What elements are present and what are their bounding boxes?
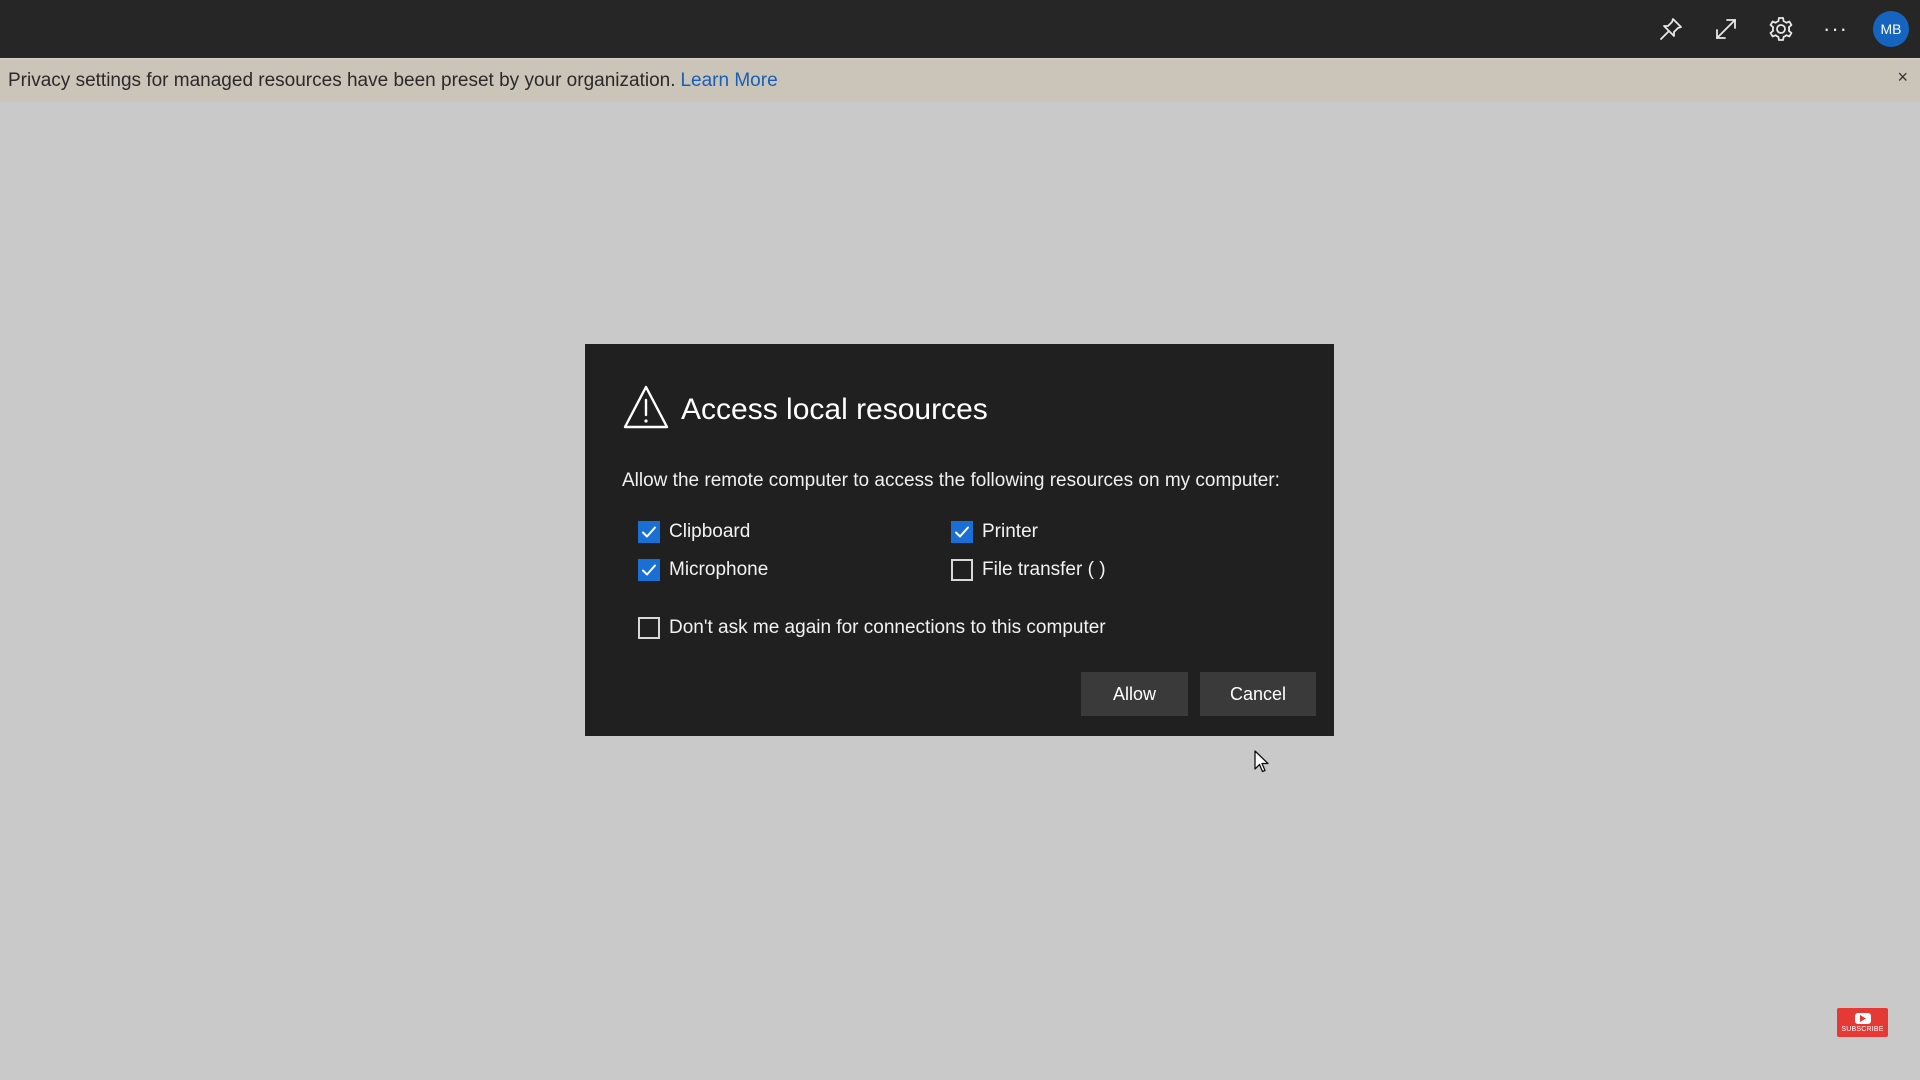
microphone-option[interactable]: Microphone [638, 559, 768, 581]
avatar[interactable]: MB [1873, 11, 1909, 47]
printer-label: Printer [982, 521, 1038, 542]
mouse-cursor-icon [1254, 750, 1270, 779]
dialog-header: Access local resources [622, 384, 988, 435]
dont-ask-option[interactable]: Don't ask me again for connections to th… [638, 617, 1106, 639]
dialog-title: Access local resources [681, 392, 988, 426]
access-resources-dialog: Access local resources Allow the remote … [585, 344, 1334, 736]
file-transfer-option[interactable]: File transfer ( ) [951, 559, 1106, 581]
banner-text: Privacy settings for managed resources h… [8, 70, 676, 91]
allow-button[interactable]: Allow [1081, 672, 1188, 716]
pin-button[interactable] [1643, 0, 1698, 58]
gear-icon [1767, 15, 1795, 43]
dont-ask-checkbox[interactable] [638, 617, 660, 639]
top-toolbar: ··· MB [0, 0, 1920, 58]
file-transfer-label: File transfer ( ) [982, 559, 1106, 580]
learn-more-link[interactable]: Learn More [680, 70, 777, 91]
expand-icon [1713, 16, 1739, 42]
dont-ask-label: Don't ask me again for connections to th… [669, 617, 1106, 638]
banner-message: Privacy settings for managed resources h… [8, 70, 778, 92]
dialog-description: Allow the remote computer to access the … [622, 470, 1280, 491]
microphone-checkbox[interactable] [638, 559, 660, 581]
clipboard-label: Clipboard [669, 521, 751, 542]
more-options-button[interactable]: ··· [1808, 0, 1863, 58]
more-icon: ··· [1823, 16, 1848, 41]
fullscreen-button[interactable] [1698, 0, 1753, 58]
cancel-button[interactable]: Cancel [1200, 672, 1316, 716]
file-transfer-checkbox[interactable] [951, 559, 973, 581]
toolbar-actions: ··· MB [1643, 0, 1920, 58]
clipboard-option[interactable]: Clipboard [638, 521, 750, 543]
close-icon[interactable]: × [1897, 68, 1908, 86]
microphone-label: Microphone [669, 559, 769, 580]
settings-button[interactable] [1753, 0, 1808, 58]
printer-checkbox[interactable] [951, 521, 973, 543]
play-icon [1854, 1012, 1871, 1024]
clipboard-checkbox[interactable] [638, 521, 660, 543]
subscribe-badge[interactable]: SUBSCRIBE [1837, 1008, 1888, 1037]
pin-icon [1658, 16, 1684, 42]
warning-icon [622, 384, 670, 435]
subscribe-label: SUBSCRIBE [1841, 1025, 1884, 1033]
printer-option[interactable]: Printer [951, 521, 1038, 543]
info-banner: Privacy settings for managed resources h… [0, 58, 1920, 102]
